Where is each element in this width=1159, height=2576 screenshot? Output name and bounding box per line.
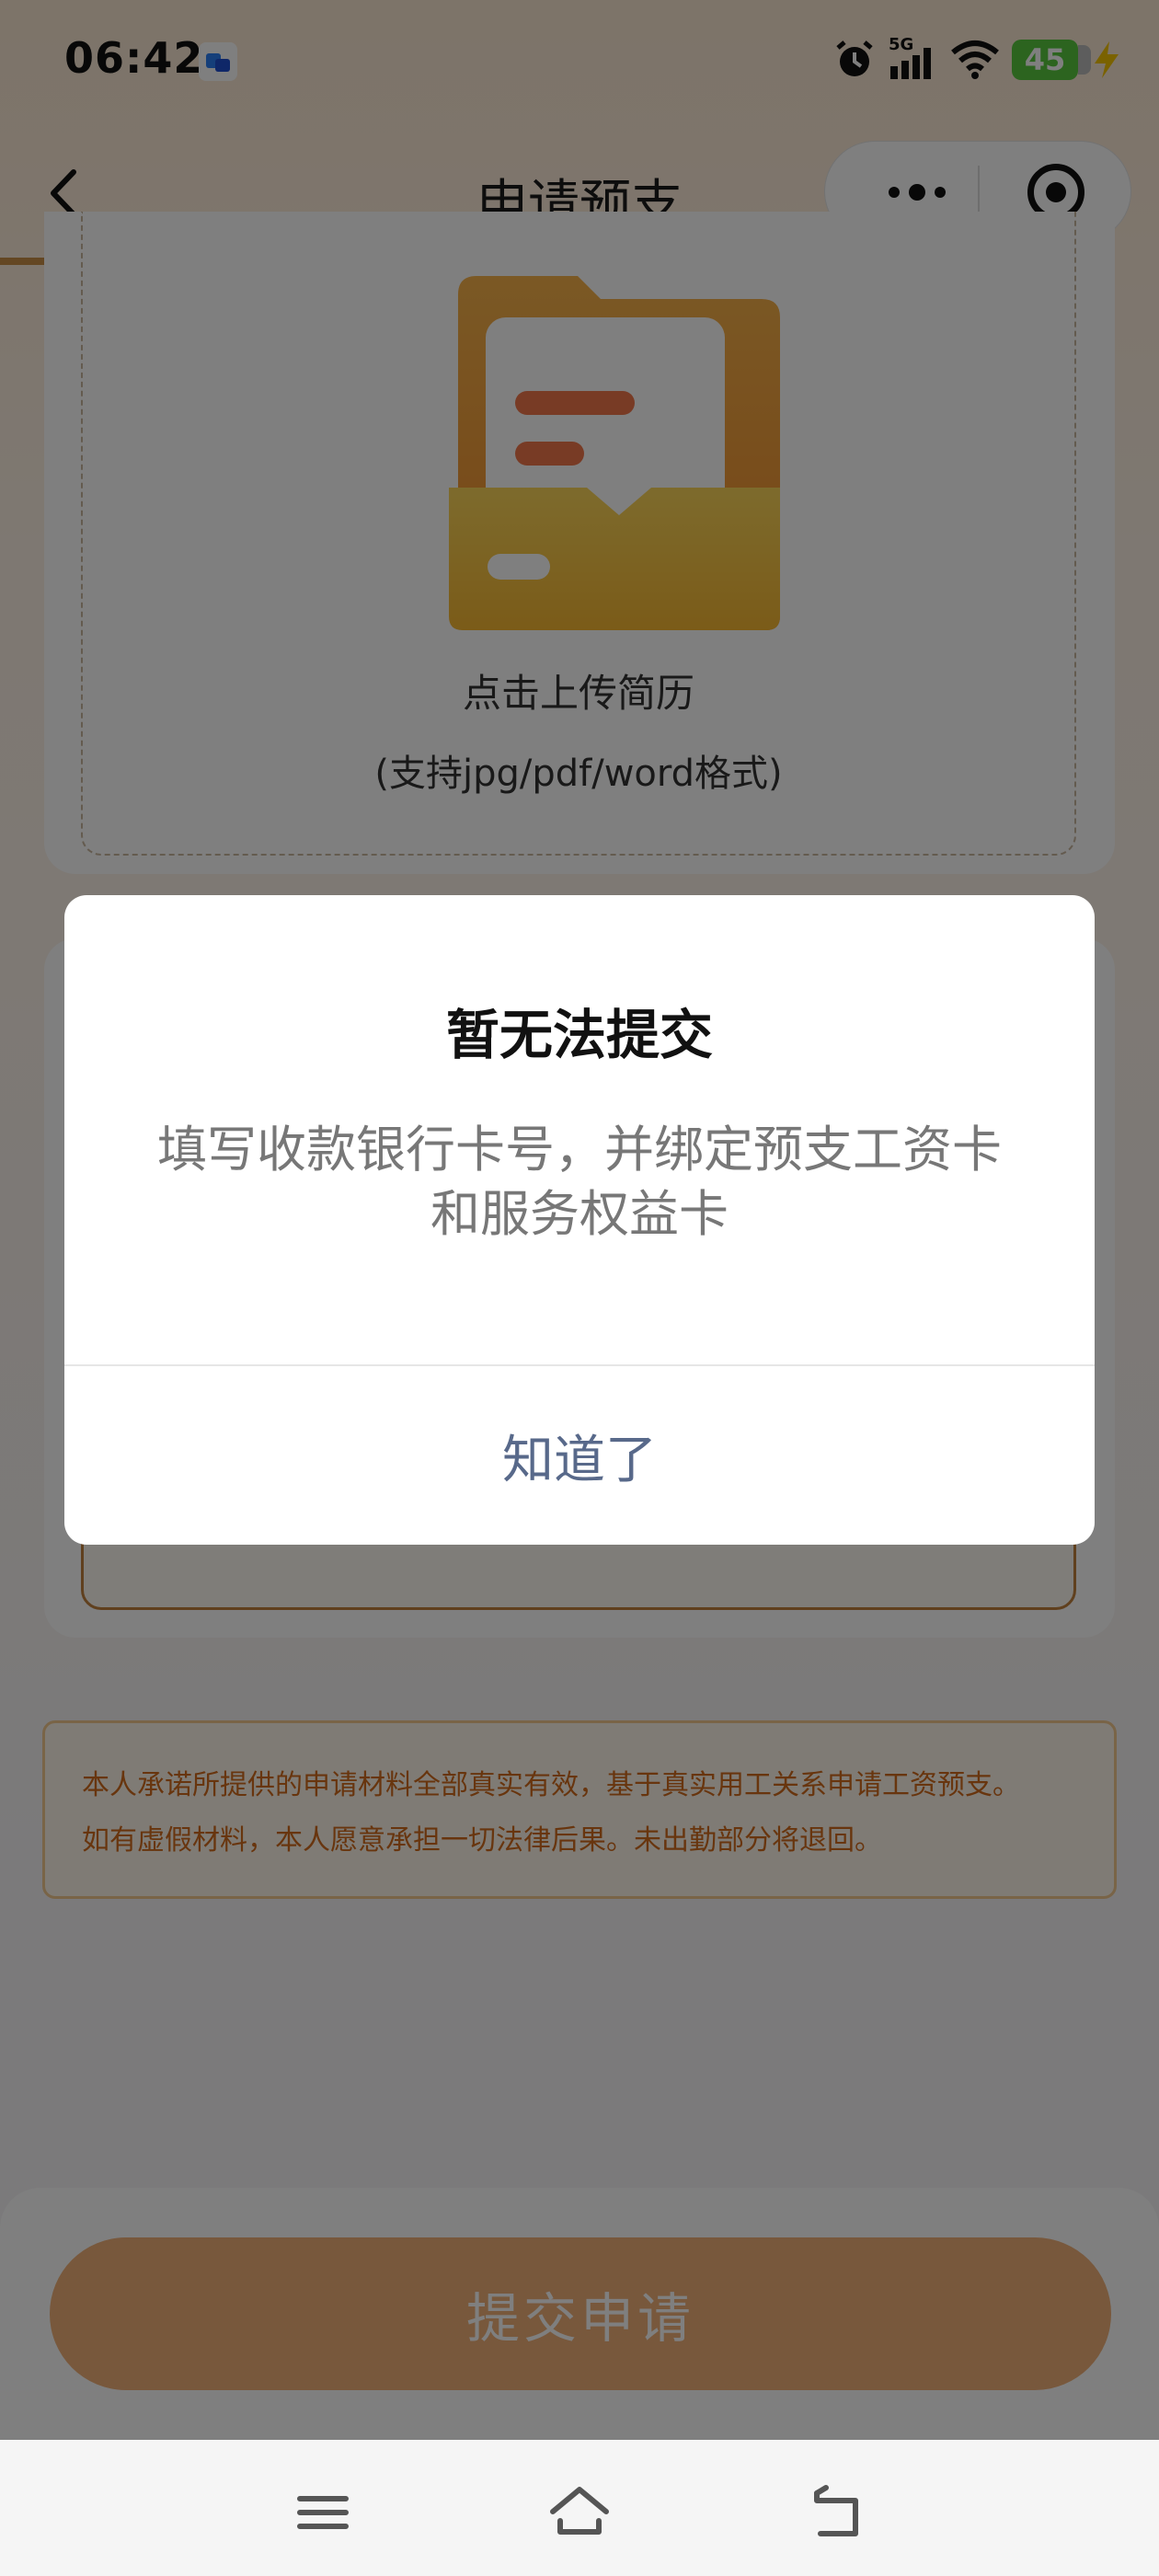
dialog-confirm-button[interactable]: 知道了 xyxy=(64,1366,1095,1545)
system-navigation-bar xyxy=(0,2440,1159,2576)
menu-icon[interactable] xyxy=(291,2480,355,2545)
dialog-message: 填写收款银行卡号，并绑定预支工资卡和服务权益卡 xyxy=(157,1121,1002,1243)
cannot-submit-dialog: 暂无法提交 填写收款银行卡号，并绑定预支工资卡和服务权益卡 知道了 xyxy=(64,895,1095,1545)
home-icon[interactable] xyxy=(547,2480,612,2545)
back-icon[interactable] xyxy=(804,2480,868,2545)
dialog-title: 暂无法提交 xyxy=(445,1004,713,1066)
